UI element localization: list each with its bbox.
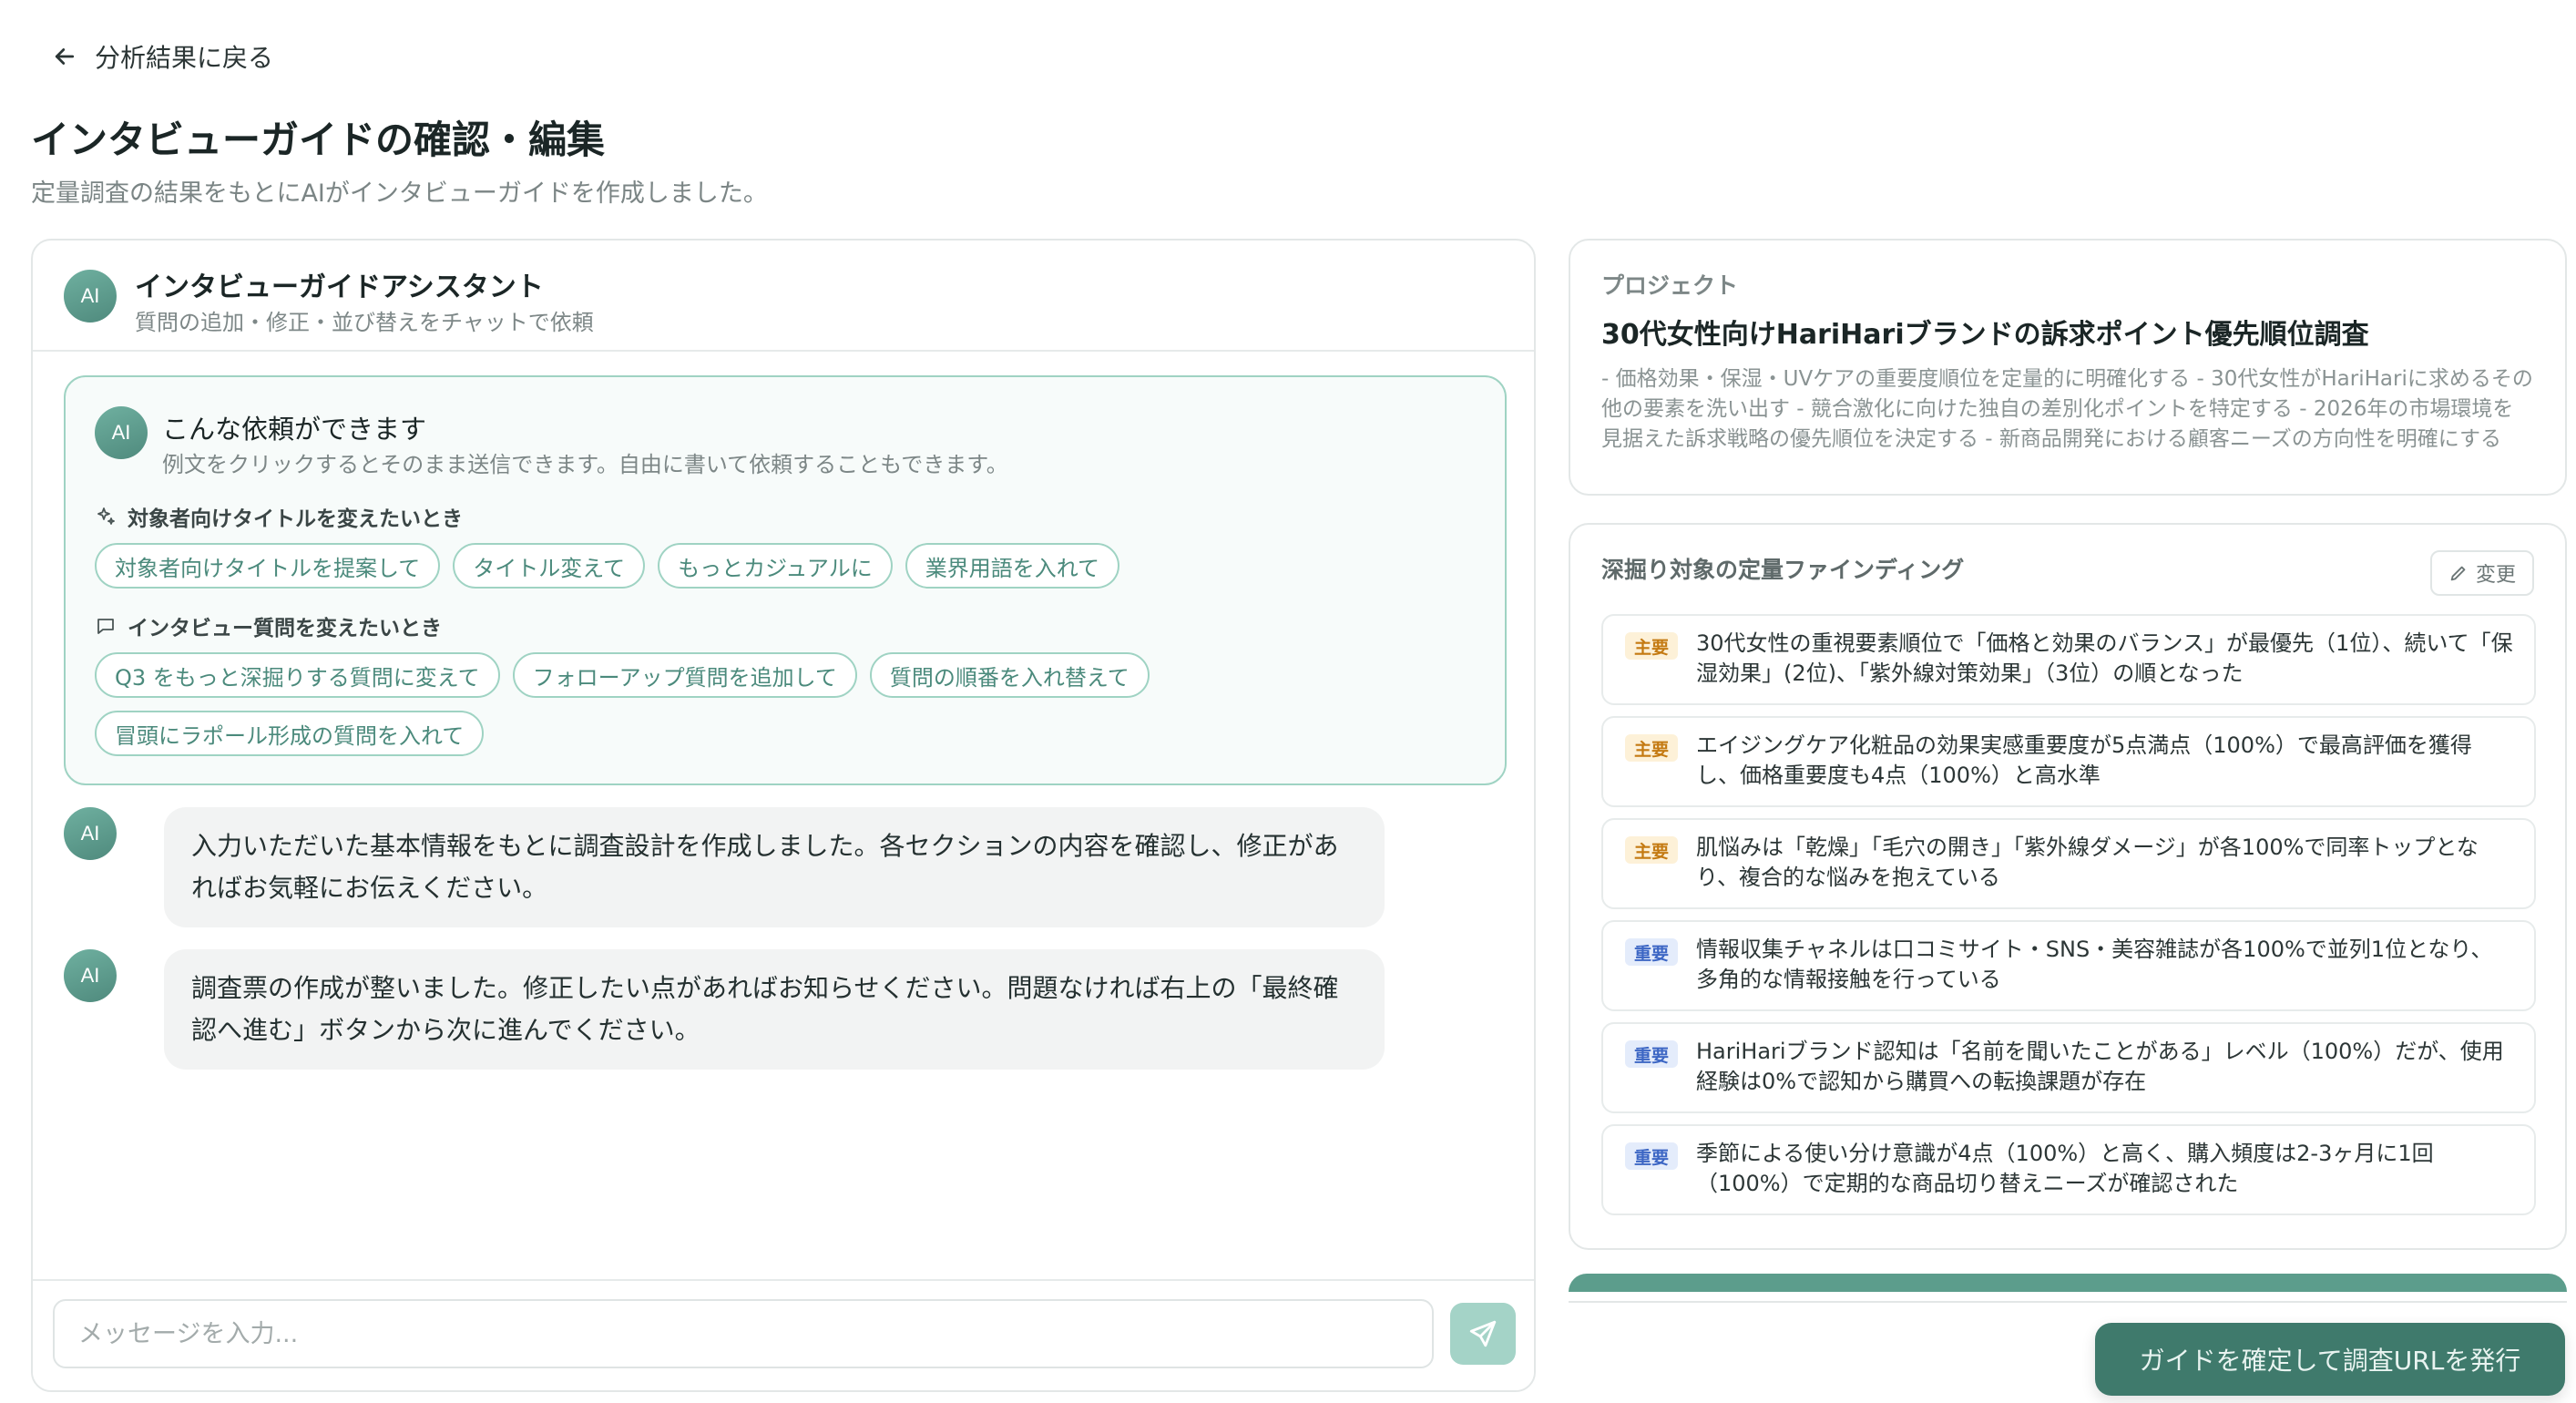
message-bubble: 調査票の作成が整いました。修正したい点があればお知らせください。問題なければ右上… (164, 949, 1385, 1070)
suggestion-chip[interactable]: フォローアップ質問を追加して (512, 652, 857, 698)
project-card: プロジェクト 30代女性向けHariHariブランドの訴求ポイント優先順位調査 … (1569, 239, 2567, 496)
chat-panel: AI インタビューガイドアシスタント 質問の追加・修正・並び替えをチャットで依頼… (31, 239, 1536, 1392)
suggestion-lead: こんな依頼ができます (162, 414, 427, 445)
divider (1569, 1301, 2567, 1303)
message-bubble: 入力いただいた基本情報をもとに調査設計を作成しました。各セクションの内容を確認し… (164, 807, 1385, 927)
finalize-guide-button[interactable]: ガイドを確定して調査URLを発行 (2095, 1323, 2565, 1396)
assistant-avatar: AI (64, 270, 117, 323)
suggestion-chip[interactable]: もっとカジュアルに (658, 543, 893, 589)
finding-tag: 主要 (1625, 836, 1679, 864)
change-button-label: 変更 (2475, 564, 2516, 587)
back-link-label: 分析結果に戻る (95, 43, 274, 73)
finding-item: 主要 30代女性の重視要素順位で「価格と効果のバランス」が最優先（1位）、続いて… (1601, 614, 2536, 705)
finding-item: 重要 情報収集チャネルは口コミサイト・SNS・美容雑誌が各100%で並列1位とな… (1601, 920, 2536, 1011)
finding-tag: 重要 (1625, 1142, 1679, 1170)
suggestion-lead-sub: 例文をクリックするとそのまま送信できます。自由に書いて依頼することもできます。 (162, 452, 1008, 477)
suggestion-chip[interactable]: Q3 をもっと深掘りする質問に変えて (95, 652, 500, 698)
suggestion-chip[interactable]: 業界用語を入れて (905, 543, 1119, 589)
suggestion-group-label: 対象者向けタイトルを変えたいとき (128, 507, 463, 531)
suggestion-group-title: 対象者向けタイトルを変えたいとき (95, 501, 463, 532)
finding-text: 肌悩みは「乾燥」「毛穴の開き」「紫外線ダメージ」が各100%で同率トップとなり、… (1696, 835, 2479, 890)
section-accent-bar (1569, 1274, 2567, 1292)
suggestion-chip[interactable]: 質問の順番を入れ替えて (869, 652, 1150, 698)
send-button[interactable] (1450, 1303, 1516, 1365)
finding-item: 主要 肌悩みは「乾燥」「毛穴の開き」「紫外線ダメージ」が各100%で同率トップと… (1601, 818, 2536, 909)
findings-label: 深掘り対象の定量ファインディング (1601, 557, 1965, 583)
finding-tag: 重要 (1625, 1040, 1679, 1068)
project-description: - 価格効果・保湿・UVケアの重要度順位を定量的に明確化する - 30代女性がH… (1601, 367, 2533, 451)
chat-subtitle: 質問の追加・修正・並び替えをチャットで依頼 (135, 310, 594, 335)
findings-card: 深掘り対象の定量ファインディング 変更 主要 30代女性の重視要素順位で「価格と… (1569, 523, 2567, 1250)
finding-item: 重要 季節による使い分け意識が4点（100%）と高く、購入頻度は2-3ヶ月に1回… (1601, 1124, 2536, 1215)
page-root: 分析結果に戻る インタビューガイドの確認・編集 定量調査の結果をもとにAIがイン… (0, 0, 2576, 1403)
page-subtitle: 定量調査の結果をもとにAIがインタビューガイドを作成しました。 (31, 179, 768, 208)
suggestion-chips-questions-2: 冒頭にラポール形成の質問を入れて (95, 711, 485, 756)
suggestion-card: AI こんな依頼ができます 例文をクリックするとそのまま送信できます。自由に書い… (64, 375, 1507, 785)
finding-tag: 主要 (1625, 632, 1679, 660)
chat-composer (33, 1279, 1534, 1390)
suggestion-chip[interactable]: 対象者向けタイトルを提案して (95, 543, 441, 589)
suggestion-chips-questions: Q3 をもっと深掘りする質問に変えて フォローアップ質問を追加して 質問の順番を… (95, 652, 1150, 698)
send-icon (1469, 1320, 1497, 1347)
chat-title: インタビューガイドアシスタント (135, 271, 544, 303)
back-link[interactable]: 分析結果に戻る (51, 38, 273, 75)
finding-item: 重要 HariHariブランド認知は「名前を聞いたことがある」レベル（100%）… (1601, 1022, 2536, 1113)
page-title: インタビューガイドの確認・編集 (31, 118, 606, 162)
suggestion-chip[interactable]: タイトル変えて (453, 543, 646, 589)
finding-tag: 主要 (1625, 734, 1679, 762)
suggestion-chip[interactable]: 冒頭にラポール形成の質問を入れて (95, 711, 485, 756)
message-input[interactable] (53, 1299, 1434, 1368)
message-square-icon (97, 619, 114, 634)
finding-text: 30代女性の重視要素順位で「価格と効果のバランス」が最優先（1位）、続いて「保湿… (1696, 630, 2513, 686)
assistant-avatar: AI (64, 949, 117, 1002)
finding-text: HariHariブランド認知は「名前を聞いたことがある」レベル（100%）だが、… (1696, 1039, 2504, 1094)
project-name: 30代女性向けHariHariブランドの訴求ポイント優先順位調査 (1601, 319, 2369, 351)
chat-header: AI インタビューガイドアシスタント 質問の追加・修正・並び替えをチャットで依頼 (33, 241, 1534, 352)
arrow-left-icon (55, 48, 75, 65)
pencil-icon (2450, 566, 2466, 581)
assistant-avatar: AI (95, 406, 148, 459)
finding-text: 情報収集チャネルは口コミサイト・SNS・美容雑誌が各100%で並列1位となり、多… (1696, 937, 2493, 992)
finding-item: 主要 エイジングケア化粧品の効果実感重要度が5点満点（100%）で最高評価を獲得… (1601, 716, 2536, 807)
suggestion-chips-title: 対象者向けタイトルを提案して タイトル変えて もっとカジュアルに 業界用語を入れ… (95, 543, 1119, 589)
project-label: プロジェクト (1601, 272, 1739, 299)
sparkles-icon (97, 507, 115, 525)
assistant-avatar: AI (64, 807, 117, 860)
finding-tag: 重要 (1625, 938, 1679, 966)
finding-text: エイジングケア化粧品の効果実感重要度が5点満点（100%）で最高評価を獲得し、価… (1696, 732, 2472, 788)
suggestion-group-questions: インタビュー質問を変えたいとき (95, 610, 442, 641)
finding-text: 季節による使い分け意識が4点（100%）と高く、購入頻度は2-3ヶ月に1回（10… (1696, 1141, 2434, 1196)
suggestion-group-label: インタビュー質問を変えたいとき (128, 617, 442, 640)
change-findings-button[interactable]: 変更 (2429, 550, 2534, 596)
